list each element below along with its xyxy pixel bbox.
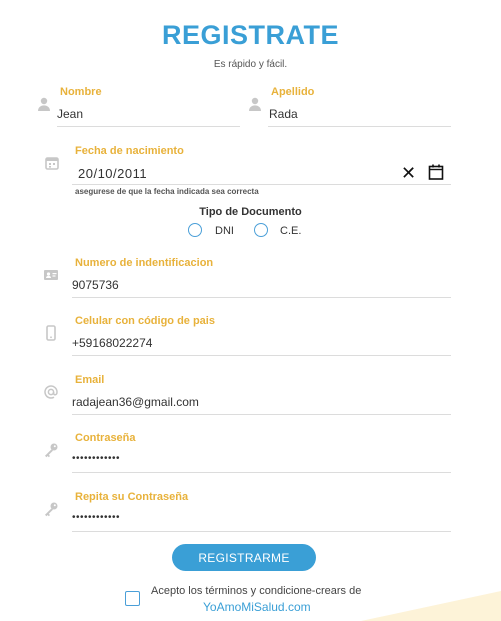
person-icon (36, 96, 52, 112)
last-name-underline (268, 126, 451, 127)
email-label: Email (75, 374, 105, 386)
terms-text: Acepto los términos y condicione-crears … (151, 585, 362, 597)
id-number-underline (72, 297, 451, 298)
terms-checkbox[interactable] (125, 591, 140, 606)
person-icon (247, 96, 263, 112)
calendar-picker-icon[interactable] (428, 164, 444, 180)
id-number-input[interactable]: 9075736 (72, 278, 119, 292)
document-type-title: Tipo de Documento (199, 206, 302, 218)
last-name-input[interactable]: Rada (269, 107, 298, 121)
password-input[interactable]: •••••••••••• (72, 453, 120, 464)
decorative-corner-shape (361, 591, 501, 621)
id-number-label: Numero de indentificacion (75, 257, 214, 269)
id-card-icon (43, 267, 59, 283)
phone-icon (43, 325, 59, 341)
password-label: Contraseña (75, 432, 136, 444)
radio-ce-label: C.E. (280, 225, 302, 237)
clear-date-icon[interactable]: ✕ (401, 164, 416, 182)
key-icon (43, 501, 59, 517)
first-name-underline (57, 126, 240, 127)
calendar-icon (44, 155, 60, 171)
last-name-label: Apellido (271, 86, 315, 98)
page-subtitle: Es rápido y fácil. (213, 59, 288, 70)
birth-date-label: Fecha de nacimiento (75, 145, 184, 157)
key-icon (43, 442, 59, 458)
phone-underline (72, 355, 451, 356)
first-name-input[interactable]: Jean (57, 107, 83, 121)
password-underline (72, 472, 451, 473)
phone-label: Celular con código de pais (75, 315, 215, 327)
phone-input[interactable]: +59168022274 (72, 336, 152, 350)
register-button[interactable]: REGISTRARME (172, 544, 316, 571)
email-underline (72, 414, 451, 415)
radio-ce[interactable] (254, 223, 268, 237)
terms-link[interactable]: YoAmoMiSalud.com (203, 600, 311, 614)
first-name-label: Nombre (60, 86, 102, 98)
radio-dni-label: DNI (215, 225, 234, 237)
email-input[interactable]: radajean36@gmail.com (72, 395, 199, 409)
radio-dni[interactable] (188, 223, 202, 237)
birth-date-hint: asegurese de que la fecha indicada sea c… (75, 187, 259, 196)
at-icon (43, 384, 59, 400)
birth-date-input[interactable]: 20/10/2011 (78, 166, 147, 181)
password-repeat-input[interactable]: •••••••••••• (72, 512, 120, 523)
password-repeat-underline (72, 531, 451, 532)
password-repeat-label: Repita su Contraseña (75, 491, 189, 503)
birth-date-underline (72, 184, 451, 185)
page-title: REGISTRATE (161, 20, 339, 50)
